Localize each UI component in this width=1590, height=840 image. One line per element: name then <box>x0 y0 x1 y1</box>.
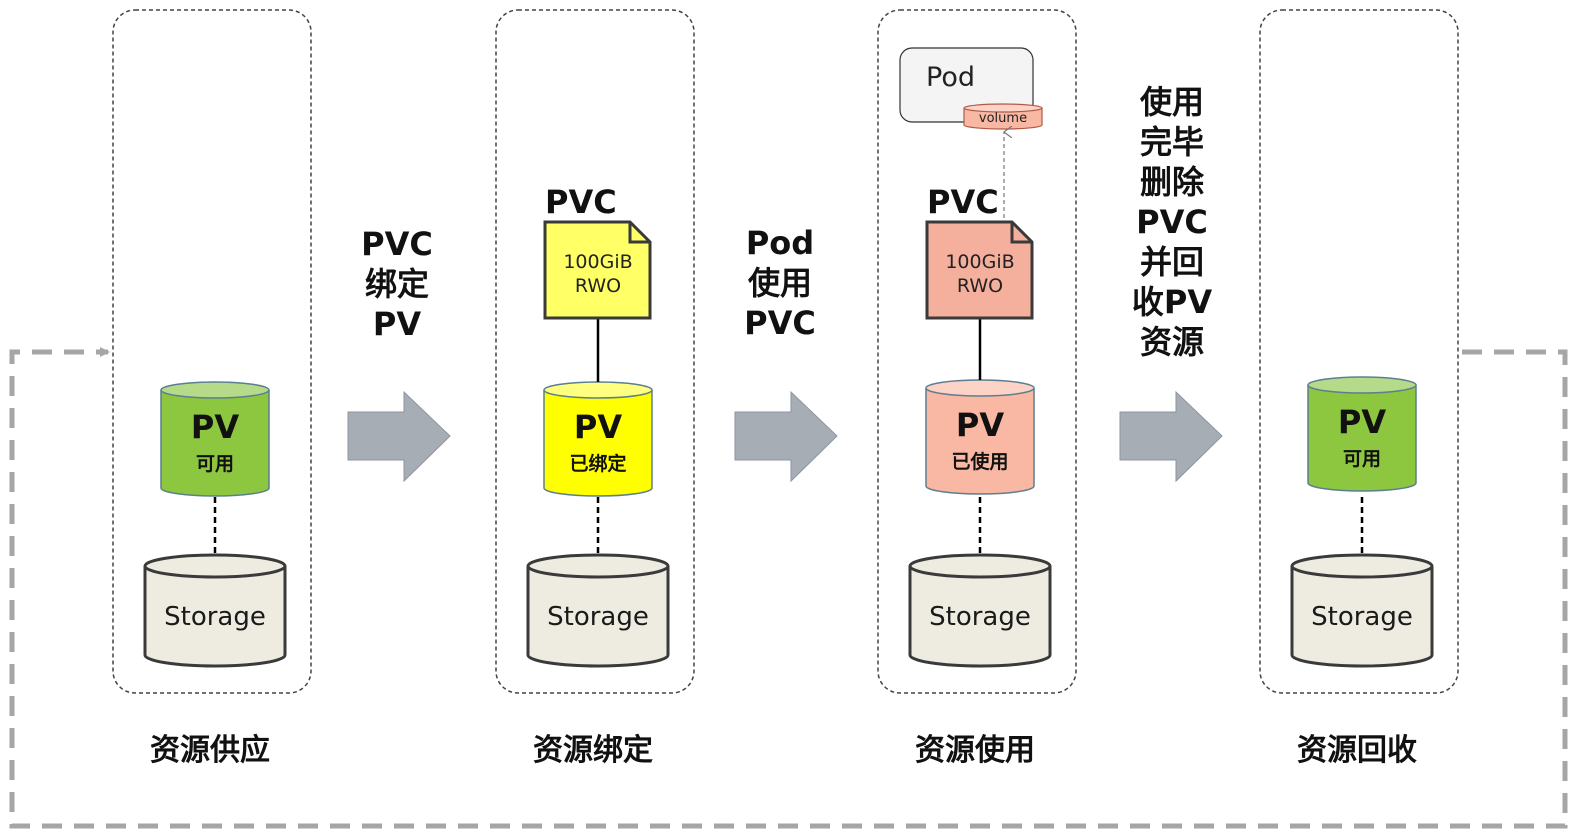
storage-cylinder-top <box>1290 553 1434 579</box>
pv-cylinder-top <box>543 381 653 399</box>
pv-label: PV <box>1338 403 1386 441</box>
stage-title: 资源绑定 <box>533 733 653 768</box>
pvc-capacity: 100GiB <box>945 251 1014 273</box>
pv-cylinder-top <box>1307 376 1417 394</box>
transitions-layer: PVC绑定PVPod使用PVC使用完毕删除PVC并回收PV资源 <box>347 83 1223 483</box>
pv-label: PV <box>574 408 622 446</box>
pv-status: 已绑定 <box>569 452 626 475</box>
transition-label-line: 绑定 <box>365 265 429 303</box>
transition-label-line: 删除 <box>1140 163 1205 201</box>
transition-2: Pod使用PVC <box>734 224 838 483</box>
transition-label-line: 并回 <box>1140 243 1204 281</box>
pvc-access-mode: RWO <box>957 275 1003 297</box>
transition-label-line: 资源 <box>1140 323 1204 361</box>
stage-4: Storage PV 可用资源回收 <box>1259 9 1459 768</box>
pvc-access-mode: RWO <box>575 275 621 297</box>
pvc-label: PVC <box>927 183 999 221</box>
pod-label: Pod <box>926 62 975 93</box>
transition-label-line: 收PV <box>1132 283 1212 321</box>
storage-cylinder-top <box>526 553 670 579</box>
storage-label: Storage <box>547 602 649 632</box>
pv-lifecycle-diagram: StoragePV可用资源供应StoragePV已绑定PVC100GiBRWO资… <box>9 9 1568 829</box>
pv-status: 可用 <box>1343 448 1381 470</box>
stage-1: Storage PV 可用资源供应 <box>112 9 312 768</box>
pvc-label: PVC <box>545 183 617 221</box>
pv-cylinder-top <box>160 381 270 399</box>
transition-3: 使用完毕删除PVC并回收PV资源 <box>1119 83 1223 483</box>
transition-label-line: 使用 <box>1139 83 1204 121</box>
volume-label: volume <box>979 111 1027 126</box>
pv-label: PV <box>191 408 239 446</box>
pv-cylinder-top <box>925 379 1035 397</box>
transition-label-line: 完毕 <box>1140 123 1204 161</box>
storage-label: Storage <box>929 602 1031 632</box>
stage-3: Storage PV 已使用 PVC 100GiBRWO Pod volume 资源使用 <box>877 9 1077 768</box>
transition-1: PVC绑定PV <box>347 225 451 483</box>
transition-label-line: PVC <box>1136 203 1208 241</box>
transition-arrow <box>347 390 451 483</box>
transition-arrow <box>1119 390 1223 483</box>
stages-layer: StoragePV可用资源供应StoragePV已绑定PVC100GiBRWO资… <box>112 9 1459 768</box>
transition-label-line: 使用 <box>747 264 812 302</box>
transition-label-line: PVC <box>361 225 433 263</box>
storage-label: Storage <box>1311 602 1413 632</box>
stage-title: 资源回收 <box>1297 733 1417 768</box>
storage-label: Storage <box>164 602 266 632</box>
pvc-capacity: 100GiB <box>563 251 632 273</box>
stage-title: 资源使用 <box>915 733 1035 768</box>
storage-cylinder-top <box>908 553 1052 579</box>
stage-2: Storage PV 已绑定 PVC 100GiBRWO 资源绑定 <box>495 9 695 768</box>
transition-label-line: Pod <box>746 224 814 262</box>
transition-label-line: PV <box>373 305 421 343</box>
transition-arrow <box>734 390 838 483</box>
pv-status: 已使用 <box>951 451 1008 473</box>
pv-label: PV <box>956 406 1004 444</box>
stage-title: 资源供应 <box>150 733 270 768</box>
pv-status: 可用 <box>196 453 234 475</box>
storage-cylinder-top <box>143 553 287 579</box>
transition-label-line: PVC <box>744 304 816 342</box>
